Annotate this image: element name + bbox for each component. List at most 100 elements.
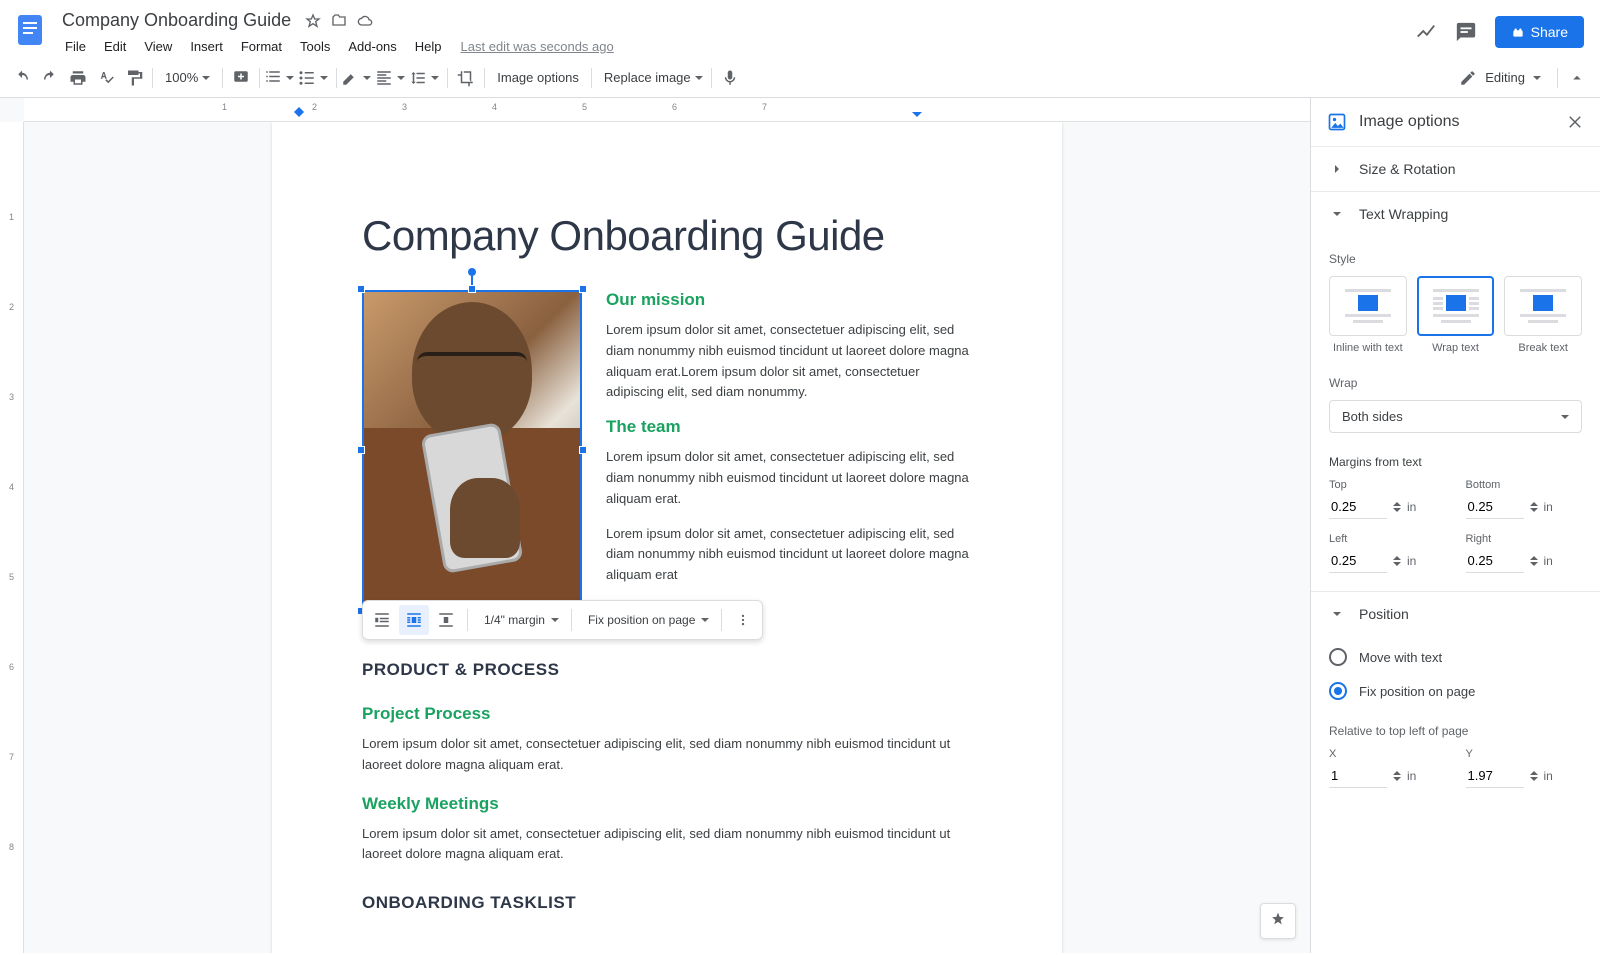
stepper-up[interactable] (1393, 498, 1401, 506)
close-panel-button[interactable] (1566, 113, 1584, 131)
explore-button[interactable] (1260, 903, 1296, 939)
image-options-panel: Image options Size & Rotation Text Wrapp… (1310, 98, 1600, 953)
menu-file[interactable]: File (58, 35, 93, 58)
share-button[interactable]: Share (1495, 16, 1584, 48)
stepper-down[interactable] (1530, 777, 1538, 785)
toolbar: 100% Image options Replace image Editing (0, 58, 1600, 98)
margin-top-input[interactable] (1329, 495, 1387, 519)
bulleted-list-dropdown[interactable] (298, 64, 332, 92)
break-text-button[interactable] (431, 605, 461, 635)
align-dropdown[interactable] (375, 64, 409, 92)
stepper-up[interactable] (1530, 767, 1538, 775)
menu-help[interactable]: Help (408, 35, 449, 58)
wrap-sides-dropdown[interactable]: Both sides (1329, 400, 1582, 433)
margin-right-input[interactable] (1466, 549, 1524, 573)
menu-tools[interactable]: Tools (293, 35, 337, 58)
stepper-down[interactable] (1530, 508, 1538, 516)
comments-icon[interactable] (1455, 21, 1477, 43)
vertical-ruler[interactable]: 1 2 3 4 5 6 7 8 (0, 122, 24, 953)
fix-position-radio[interactable]: Fix position on page (1329, 674, 1582, 708)
stepper-up[interactable] (1530, 498, 1538, 506)
doc-heading-tasklist: ONBOARDING TASKLIST (362, 893, 972, 913)
replace-image-dropdown[interactable]: Replace image (596, 64, 707, 92)
paint-format-button[interactable] (120, 64, 148, 92)
docs-logo-icon[interactable] (12, 12, 48, 48)
image-options-button[interactable]: Image options (489, 64, 587, 92)
style-wrap-option[interactable]: Wrap text (1417, 276, 1495, 354)
fix-position-dropdown[interactable]: Fix position on page (578, 605, 715, 635)
relative-label: Relative to top left of page (1329, 724, 1582, 738)
collapse-toolbar-button[interactable] (1568, 69, 1586, 87)
stepper-down[interactable] (1393, 777, 1401, 785)
resize-handle-tm[interactable] (468, 285, 476, 293)
doc-heading-project: Project Process (362, 704, 972, 724)
resize-handle-mr[interactable] (579, 446, 587, 454)
menu-addons[interactable]: Add-ons (341, 35, 403, 58)
chevron-down-icon (1329, 206, 1345, 222)
image-icon (1327, 112, 1347, 132)
spellcheck-button[interactable] (92, 64, 120, 92)
document-page[interactable]: Company Onboarding Guide (272, 122, 1062, 953)
indent-marker-first[interactable] (294, 112, 304, 122)
position-y-input[interactable] (1466, 764, 1524, 788)
border-color-dropdown[interactable] (341, 64, 375, 92)
crop-button[interactable] (452, 64, 480, 92)
cloud-status-icon[interactable] (357, 13, 373, 29)
add-comment-button[interactable] (227, 64, 255, 92)
numbered-list-dropdown[interactable] (264, 64, 298, 92)
doc-heading-weekly: Weekly Meetings (362, 794, 972, 814)
resize-handle-tl[interactable] (357, 285, 365, 293)
text-wrapping-section[interactable]: Text Wrapping (1311, 192, 1600, 236)
wrap-inline-button[interactable] (367, 605, 397, 635)
position-section[interactable]: Position (1311, 592, 1600, 636)
move-icon[interactable] (331, 13, 347, 29)
print-button[interactable] (64, 64, 92, 92)
chevron-right-icon (1329, 161, 1345, 177)
rotate-handle[interactable] (468, 268, 476, 276)
undo-button[interactable] (8, 64, 36, 92)
menu-view[interactable]: View (137, 35, 179, 58)
image-content (362, 290, 582, 610)
star-icon[interactable] (305, 13, 321, 29)
size-rotation-section[interactable]: Size & Rotation (1311, 147, 1600, 191)
style-break-option[interactable]: Break text (1504, 276, 1582, 354)
menu-format[interactable]: Format (234, 35, 289, 58)
position-y-field: Y in (1466, 748, 1583, 788)
zoom-dropdown[interactable]: 100% (157, 70, 218, 85)
line-spacing-dropdown[interactable] (409, 64, 443, 92)
share-label: Share (1531, 24, 1568, 40)
menu-edit[interactable]: Edit (97, 35, 133, 58)
canvas-area: 1 2 3 4 5 6 7 1 2 3 4 5 6 7 8 Company On… (0, 98, 1310, 953)
menu-insert[interactable]: Insert (183, 35, 230, 58)
stepper-down[interactable] (1393, 508, 1401, 516)
margin-left-input[interactable] (1329, 549, 1387, 573)
last-edit-link[interactable]: Last edit was seconds ago (461, 39, 614, 54)
wrap-label: Wrap (1329, 376, 1582, 390)
stepper-up[interactable] (1530, 552, 1538, 560)
voice-typing-button[interactable] (716, 64, 744, 92)
stepper-down[interactable] (1530, 562, 1538, 570)
margin-top-field: Top in (1329, 479, 1446, 519)
style-inline-option[interactable]: Inline with text (1329, 276, 1407, 354)
stepper-up[interactable] (1393, 552, 1401, 560)
editing-mode-dropdown[interactable]: Editing (1447, 69, 1553, 87)
selected-image[interactable] (362, 290, 582, 610)
move-with-text-radio[interactable]: Move with text (1329, 640, 1582, 674)
redo-button[interactable] (36, 64, 64, 92)
resize-handle-ml[interactable] (357, 446, 365, 454)
document-title[interactable]: Company Onboarding Guide (58, 8, 295, 33)
position-x-input[interactable] (1329, 764, 1387, 788)
stepper-up[interactable] (1393, 767, 1401, 775)
margin-bottom-field: Bottom in (1466, 479, 1583, 519)
stepper-down[interactable] (1393, 562, 1401, 570)
margin-dropdown[interactable]: 1/4" margin (474, 605, 565, 635)
resize-handle-tr[interactable] (579, 285, 587, 293)
indent-marker-right[interactable] (912, 112, 922, 122)
margin-bottom-input[interactable] (1466, 495, 1524, 519)
horizontal-ruler[interactable]: 1 2 3 4 5 6 7 (24, 98, 1310, 122)
wrap-text-button[interactable] (399, 605, 429, 635)
indent-marker-left[interactable] (294, 102, 304, 112)
more-options-button[interactable] (728, 605, 758, 635)
margin-left-field: Left in (1329, 533, 1446, 573)
activity-icon[interactable] (1415, 21, 1437, 43)
